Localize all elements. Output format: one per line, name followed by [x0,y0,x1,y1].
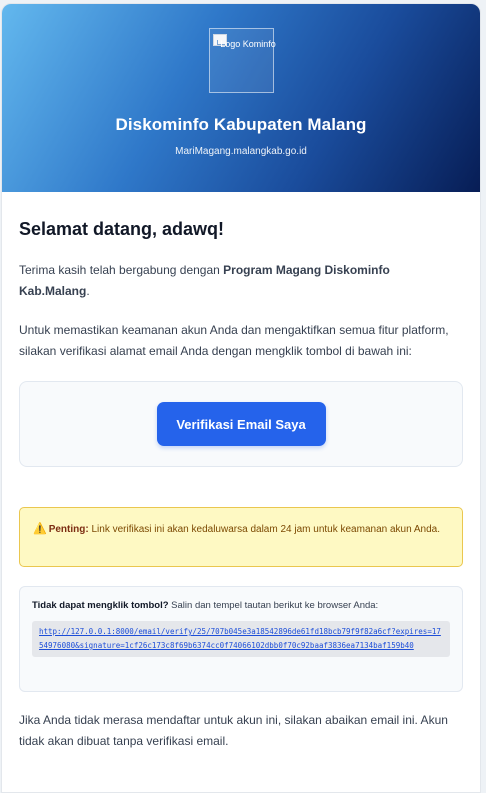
warning-label: Penting: [48,524,89,535]
fallback-label: Tidak dapat mengklik tombol? [32,600,169,611]
intro-paragraph: Terima kasih telah bergabung dengan Prog… [19,260,463,302]
fallback-text: Tidak dapat mengklik tombol? Salin dan t… [32,598,450,614]
logo-image: Logo Kominfo [209,28,276,93]
email-content: Selamat datang, adawq! Terima kasih tela… [2,219,480,752]
intro-suffix: . [86,284,90,298]
warning-box: ⚠️ Penting: Link verifikasi ini akan keda… [19,507,463,567]
intro-prefix: Terima kasih telah bergabung dengan [19,263,224,277]
instructions-paragraph: Untuk memastikan keamanan akun Anda dan … [19,323,449,358]
header-subtitle: MariMagang.malangkab.go.id [175,146,307,157]
email-card: Logo Kominfo Diskominfo Kabupaten Malang… [1,3,481,793]
email-header: Logo Kominfo Diskominfo Kabupaten Malang… [2,4,480,192]
fallback-box: Tidak dapat mengklik tombol? Salin dan t… [19,586,463,692]
greeting-heading: Selamat datang, adawq! [19,219,225,239]
fallback-instruction: Salin dan tempel tautan berikut ke brows… [168,600,379,611]
footer-paragraph: Jika Anda tidak merasa mendaftar untuk a… [19,713,448,748]
button-container: Verifikasi Email Saya [19,381,463,467]
verification-link[interactable]: http://127.0.0.1:8000/email/verify/25/70… [32,621,450,657]
logo-alt-text: Logo Kominfo [220,39,276,49]
verify-email-button[interactable]: Verifikasi Email Saya [156,402,326,446]
warning-icon: ⚠️ [33,523,47,535]
warning-text: Link verifikasi ini akan kedaluwarsa dal… [88,524,441,535]
header-title: Diskominfo Kabupaten Malang [115,115,367,134]
